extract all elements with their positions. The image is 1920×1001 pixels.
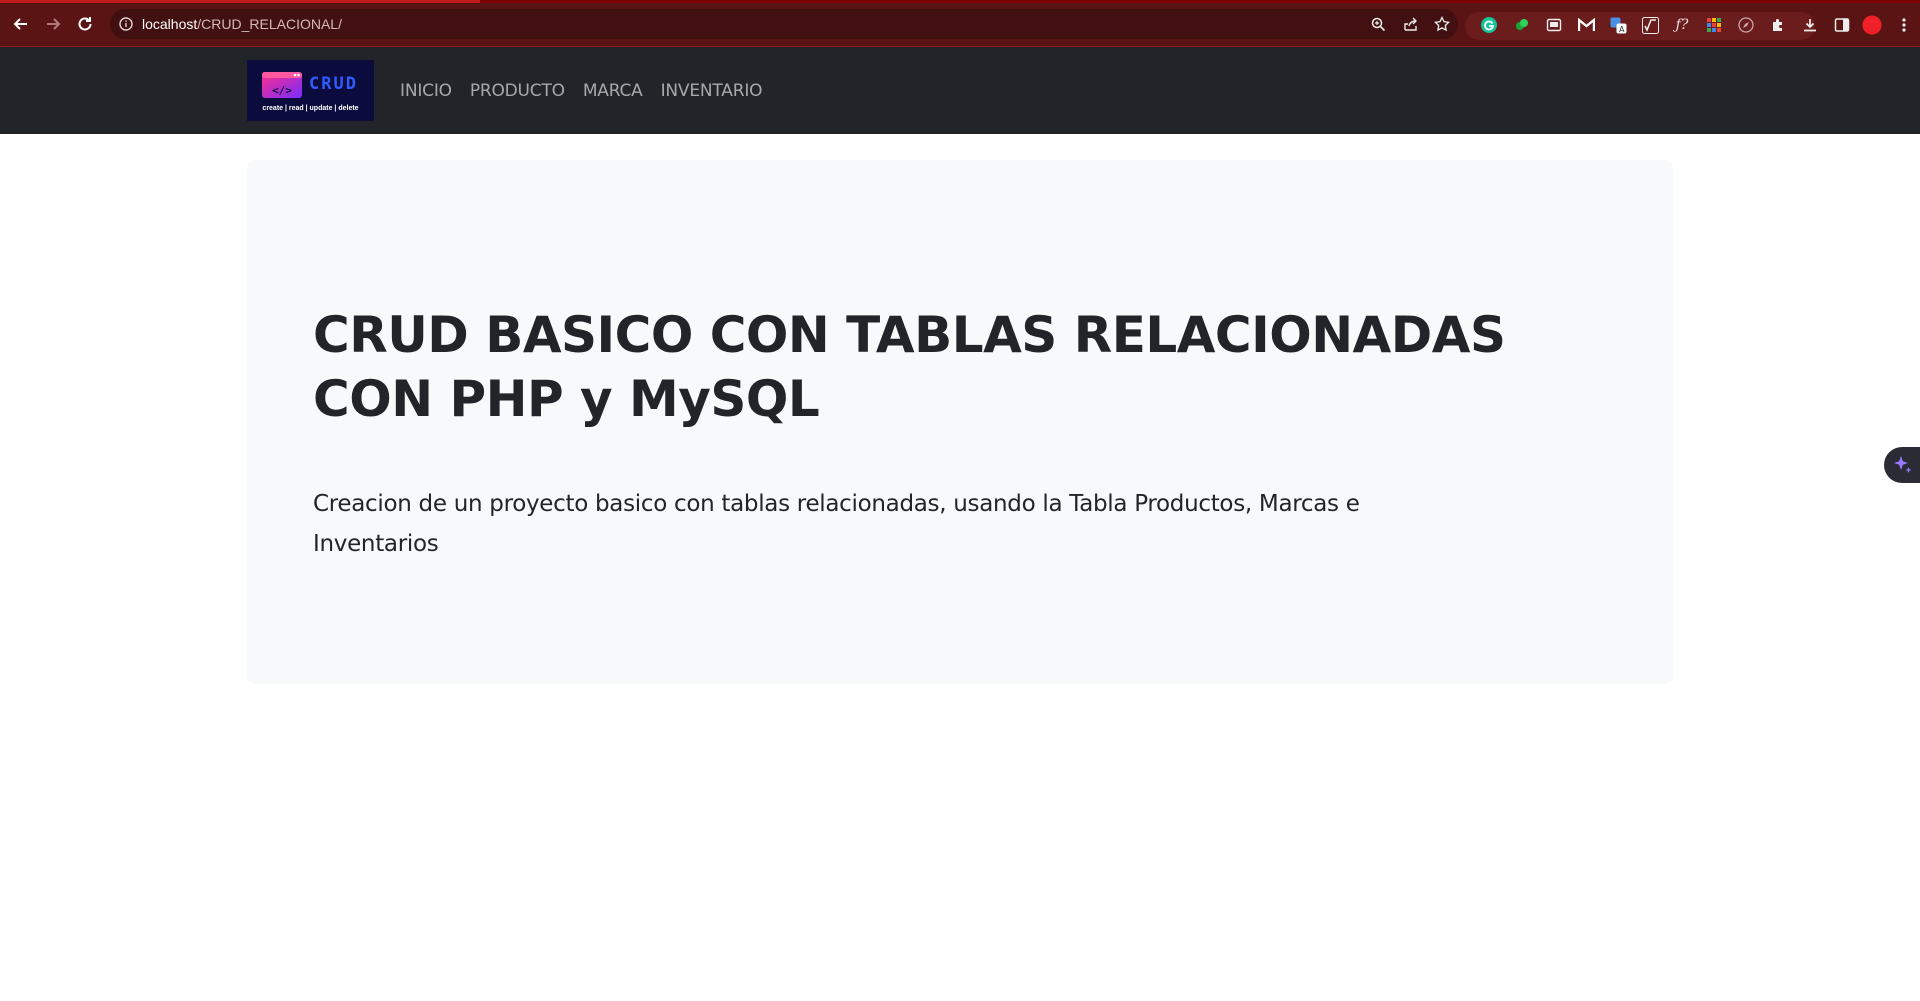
crud-logo[interactable]: </> CRUD create | read | update | delete [247,60,374,121]
share-icon[interactable] [1402,16,1418,32]
profile-icon[interactable] [1862,15,1882,35]
hero-title: CRUD BASICO CON TABLAS RELACIONADAS CON … [313,306,1506,428]
extension-green-icon[interactable] [1512,15,1532,35]
url-host: localhost [142,16,198,32]
grid-icon[interactable] [1704,15,1724,35]
site-navbar: </> CRUD create | read | update | delete… [0,47,1920,134]
logo-word: CRUD [309,74,358,94]
sidebar-icon[interactable] [1832,15,1852,35]
puzzle-icon[interactable] [1768,15,1788,35]
screen-icon[interactable] [1544,15,1564,35]
nav-menu: INICIO PRODUCTO MARCA INVENTARIO [400,47,780,134]
forward-arrow-icon[interactable] [42,13,64,35]
floating-assistant-button[interactable] [1884,447,1920,483]
download-icon[interactable] [1800,15,1820,35]
translate-icon[interactable]: A [1608,15,1628,35]
back-arrow-icon[interactable] [10,13,32,35]
reload-icon[interactable] [74,13,96,35]
address-bar[interactable]: localhost/CRUD_RELACIONAL/ [110,9,1458,39]
info-icon[interactable] [118,16,134,32]
url-text[interactable]: localhost/CRUD_RELACIONAL/ [142,9,342,39]
url-path: /CRUD_RELACIONAL/ [197,16,342,32]
sqrt-icon[interactable] [1640,15,1660,35]
hero-lead: Creacion de un proyecto basico con tabla… [313,491,1360,557]
gmail-icon[interactable] [1576,15,1596,35]
svg-text:A: A [1619,25,1625,34]
browser-toolbar: localhost/CRUD_RELACIONAL/ A ƒ? [0,0,1920,47]
nav-link-marca[interactable]: MARCA [583,81,643,101]
nav-link-inventario[interactable]: INVENTARIO [661,81,763,101]
nav-link-inicio[interactable]: INICIO [400,81,452,101]
hero-section: CRUD BASICO CON TABLAS RELACIONADAS CON … [247,160,1673,684]
svg-text:</>: </> [272,84,292,97]
star-icon[interactable] [1434,16,1450,32]
grammarly-icon[interactable] [1479,15,1499,35]
logo-subtitle: create | read | update | delete [262,105,359,112]
zoom-icon[interactable] [1370,16,1386,32]
formula-icon[interactable]: ƒ? [1672,15,1692,35]
code-tag-icon: </> [262,72,302,98]
nav-link-producto[interactable]: PRODUCTO [470,81,565,101]
sparkle-icon [1894,456,1912,473]
compass-icon[interactable] [1736,15,1756,35]
menu-dots-icon[interactable] [1894,15,1914,35]
loading-indicator [0,0,480,3]
